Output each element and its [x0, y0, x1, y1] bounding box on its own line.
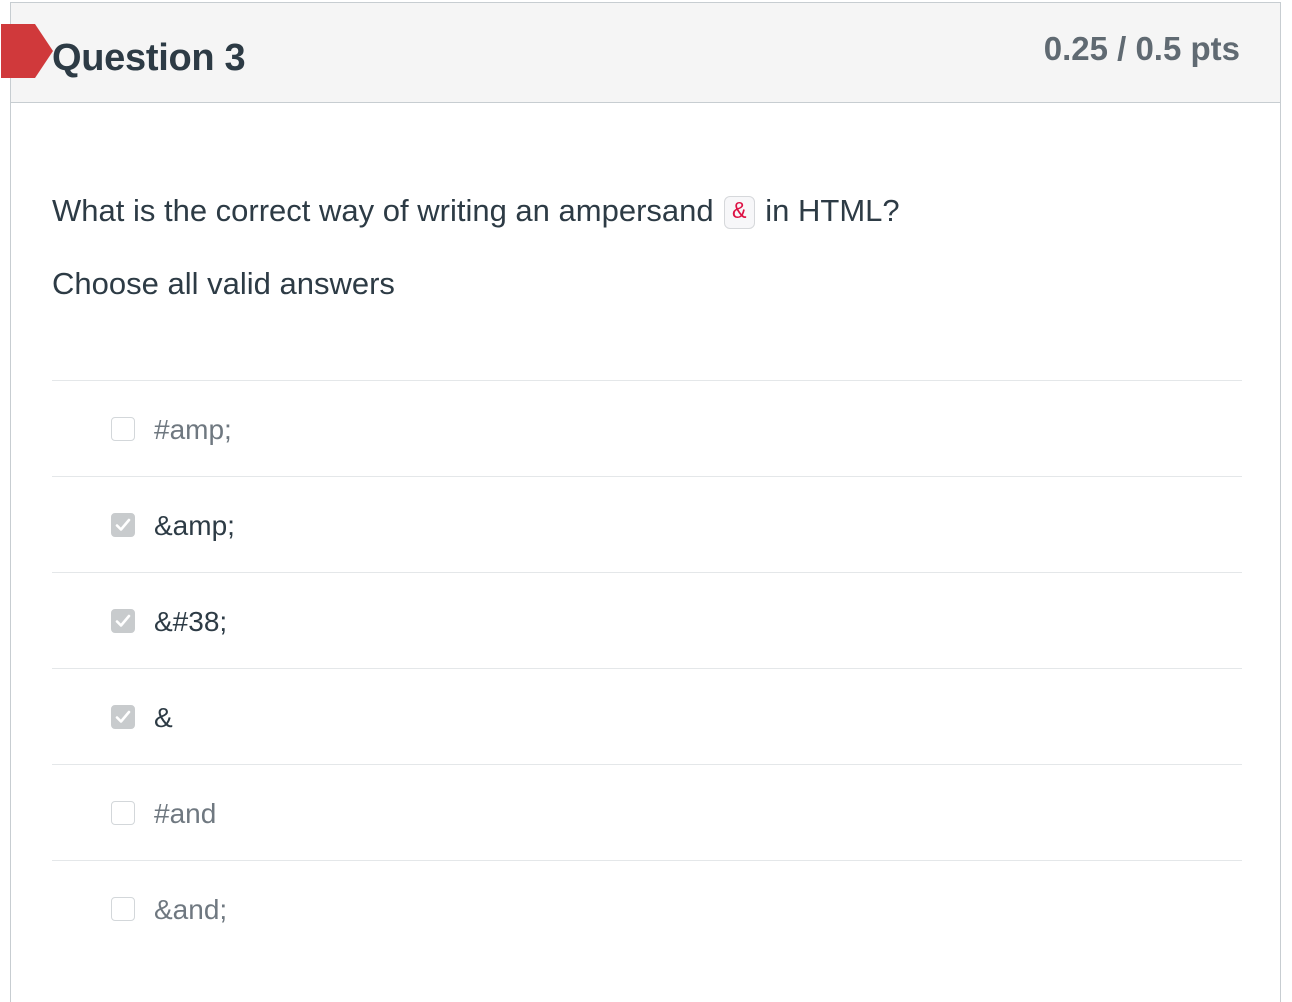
- answer-label: #amp;: [154, 414, 232, 445]
- answer-option[interactable]: &: [52, 668, 1242, 764]
- answer-option[interactable]: #amp;: [52, 380, 1242, 476]
- checkbox[interactable]: [111, 801, 135, 825]
- checkmark-icon: [115, 614, 131, 627]
- checkmark-icon: [115, 710, 131, 723]
- answer-label: &and;: [154, 894, 228, 925]
- answer-option[interactable]: #and: [52, 764, 1242, 860]
- checkbox[interactable]: [111, 897, 135, 921]
- answer-option[interactable]: &#38;: [52, 572, 1242, 668]
- answer-option[interactable]: &amp;: [52, 476, 1242, 572]
- question-text-after: in HTML?: [765, 193, 900, 228]
- question-title: Question 3: [52, 37, 246, 79]
- question-points: 0.25 / 0.5 pts: [1043, 30, 1240, 67]
- answer-label: #and: [154, 798, 217, 829]
- question-panel: Question 3 0.25 / 0.5 pts What is the co…: [1, 2, 1281, 1002]
- answer-label: &#38;: [154, 606, 228, 637]
- question-text: What is the correct way of writing an am…: [52, 193, 900, 229]
- checkmark-icon: [115, 518, 131, 531]
- answer-label: &amp;: [154, 510, 235, 541]
- checkbox-checked[interactable]: [111, 513, 135, 537]
- checkbox[interactable]: [111, 417, 135, 441]
- incorrect-flag-icon: [1, 24, 53, 78]
- checkbox-checked[interactable]: [111, 705, 135, 729]
- answer-label: &: [154, 702, 173, 733]
- inline-code: &: [724, 196, 755, 229]
- answer-list: #amp; &amp; &#38; & #and &and;: [52, 380, 1242, 956]
- question-instruction: Choose all valid answers: [52, 266, 395, 301]
- answer-option[interactable]: &and;: [52, 860, 1242, 956]
- question-text-before: What is the correct way of writing an am…: [52, 193, 714, 228]
- checkbox-checked[interactable]: [111, 609, 135, 633]
- question-header: Question 3 0.25 / 0.5 pts: [1, 3, 1280, 103]
